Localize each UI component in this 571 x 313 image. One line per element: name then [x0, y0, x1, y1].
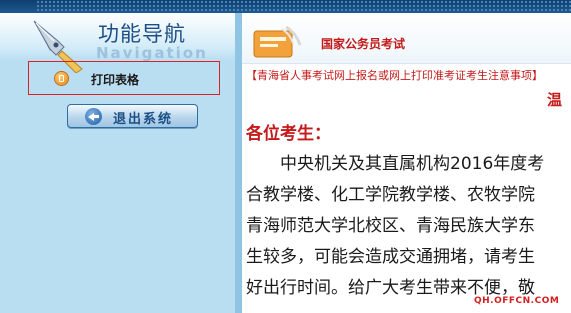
content-header: 国家公务员考试 [242, 13, 571, 64]
watermark: QH.OFFCN.COM [474, 296, 560, 306]
section-title: 国家公务员考试 [321, 37, 406, 51]
content-panel: 国家公务员考试 【青海省人事考试网上报名或网上打印准考证考生注意事项】 温 各位… [235, 13, 571, 313]
greeting-fragment: 温 [547, 91, 563, 109]
notice-title: 【青海省人事考试网上报名或网上打印准考证考生注意事项】 [246, 69, 543, 82]
nav-header: 功能导航 Navigation [0, 13, 235, 73]
paragraph-line: 中央机关及其直属机构2016年度考 [246, 154, 545, 174]
id-card-icon [253, 25, 302, 58]
banner-pattern [36, 0, 571, 13]
sidebar-item-label: 打印表格 [91, 73, 140, 87]
paragraph-line: 生较多，可能会造成交通拥堵，请考生 [246, 247, 535, 267]
salutation: 各位考生： [246, 124, 331, 144]
paragraph-line: 合教学楼、化工学院教学楼、农牧学院 [246, 185, 535, 205]
logout-button[interactable]: 退出系统 [67, 104, 198, 128]
top-banner-strip [0, 0, 571, 13]
paragraph-line: 青海师范大学北校区、青海民族大学东 [246, 216, 535, 236]
nav-subtitle: Navigation [96, 44, 208, 62]
notice-paragraph: 中央机关及其直属机构2016年度考 合教学楼、化工学院教学楼、农牧学院 青海师范… [246, 149, 544, 304]
sidebar-item-print-form[interactable]: 打印表格 [28, 61, 220, 95]
sidebar: 功能导航 Navigation 打印表格 退出系统 [0, 13, 235, 313]
back-arrow-icon [85, 108, 102, 125]
logout-label: 退出系统 [113, 112, 174, 127]
document-icon [55, 72, 68, 85]
